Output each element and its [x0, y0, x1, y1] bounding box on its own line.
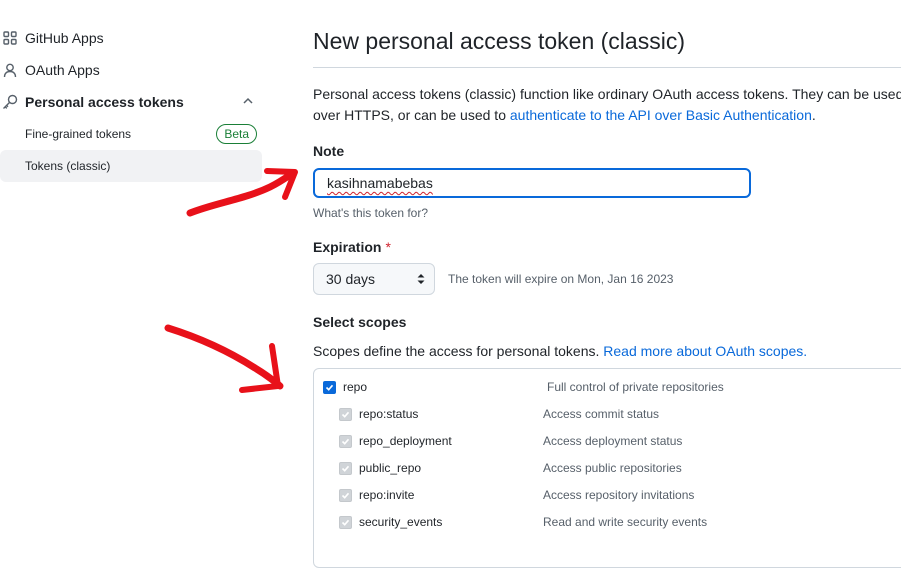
description-text: .: [811, 107, 816, 123]
sidebar-item-github-apps[interactable]: GitHub Apps: [0, 24, 262, 52]
note-input-value: kasihnamabebas: [327, 175, 433, 191]
required-mark: *: [385, 239, 391, 255]
person-icon: [1, 61, 19, 79]
scopes-label: Select scopes: [313, 314, 407, 330]
basic-auth-link[interactable]: authenticate to the API over Basic Authe…: [510, 107, 812, 123]
scope-name: repo:invite: [359, 488, 415, 502]
note-hint: What's this token for?: [313, 206, 429, 220]
page-description: Personal access tokens (classic) functio…: [313, 84, 901, 126]
sidebar-item-personal-access-tokens[interactable]: Personal access tokens: [0, 88, 262, 116]
sidebar-item-label: Fine-grained tokens: [25, 127, 132, 141]
security-events-checkbox[interactable]: [339, 515, 352, 529]
sidebar: GitHub Apps OAuth Apps Personal access t…: [0, 0, 270, 534]
sidebar-item-label: Tokens (classic): [25, 159, 111, 173]
scope-name: repo: [343, 380, 368, 394]
sidebar-item-label: GitHub Apps: [25, 30, 104, 46]
expiration-label-text: Expiration: [313, 239, 382, 255]
beta-badge: Beta: [216, 124, 257, 144]
scope-name: repo_deployment: [359, 434, 452, 448]
description-text: Personal access tokens (classic) functio…: [313, 86, 901, 102]
scope-row-repo-status: repo:status Access commit status: [314, 404, 901, 424]
sidebar-item-label: Personal access tokens: [25, 94, 184, 110]
expiration-select[interactable]: 30 days: [313, 263, 435, 295]
sidebar-item-tokens-classic[interactable]: Tokens (classic): [0, 150, 262, 182]
description-text: over HTTPS, or can be used to: [313, 107, 510, 123]
scope-desc: Access commit status: [543, 407, 660, 421]
page-title: New personal access token (classic): [313, 28, 685, 54]
scope-row-repo: repo Full control of private repositorie…: [314, 377, 901, 397]
sidebar-item-fine-grained-tokens[interactable]: Fine-grained tokens Beta: [0, 118, 262, 150]
repo-deployment-checkbox[interactable]: [339, 434, 352, 448]
public-repo-checkbox[interactable]: [339, 461, 352, 475]
sidebar-item-oauth-apps[interactable]: OAuth Apps: [0, 56, 262, 84]
scope-name: public_repo: [359, 461, 422, 475]
sidebar-item-label: OAuth Apps: [25, 62, 100, 78]
scopes-description-text: Scopes define the access for personal to…: [313, 343, 604, 359]
scope-desc: Read and write security events: [543, 515, 708, 529]
scope-name: repo:status: [359, 407, 419, 421]
apps-grid-icon: [1, 29, 19, 47]
chevron-up-icon[interactable]: [242, 94, 254, 110]
scopes-list: repo Full control of private repositorie…: [313, 368, 901, 568]
repo-checkbox[interactable]: [323, 380, 336, 394]
title-divider: [313, 67, 901, 68]
scope-row-repo-invite: repo:invite Access repository invitation…: [314, 485, 901, 505]
select-arrows-icon: [416, 272, 426, 289]
scope-desc: Access deployment status: [543, 434, 683, 448]
scopes-description: Scopes define the access for personal to…: [313, 341, 901, 362]
expiration-label: Expiration *: [313, 239, 391, 255]
scope-desc: Full control of private repositories: [547, 380, 724, 394]
scope-row-public-repo: public_repo Access public repositories: [314, 458, 901, 478]
note-label: Note: [313, 143, 345, 159]
repo-invite-checkbox[interactable]: [339, 488, 352, 502]
key-icon: [1, 93, 19, 111]
scope-name: security_events: [359, 515, 443, 529]
repo-status-checkbox[interactable]: [339, 407, 352, 421]
expiration-select-value: 30 days: [326, 271, 376, 287]
scope-desc: Access repository invitations: [543, 488, 695, 502]
oauth-scopes-link[interactable]: Read more about OAuth scopes.: [603, 343, 807, 359]
expiration-info: The token will expire on Mon, Jan 16 202…: [448, 272, 674, 286]
scope-row-security-events: security_events Read and write security …: [314, 512, 901, 532]
scope-desc: Access public repositories: [543, 461, 682, 475]
scope-row-repo-deployment: repo_deployment Access deployment status: [314, 431, 901, 451]
note-input[interactable]: kasihnamabebas: [313, 168, 751, 198]
